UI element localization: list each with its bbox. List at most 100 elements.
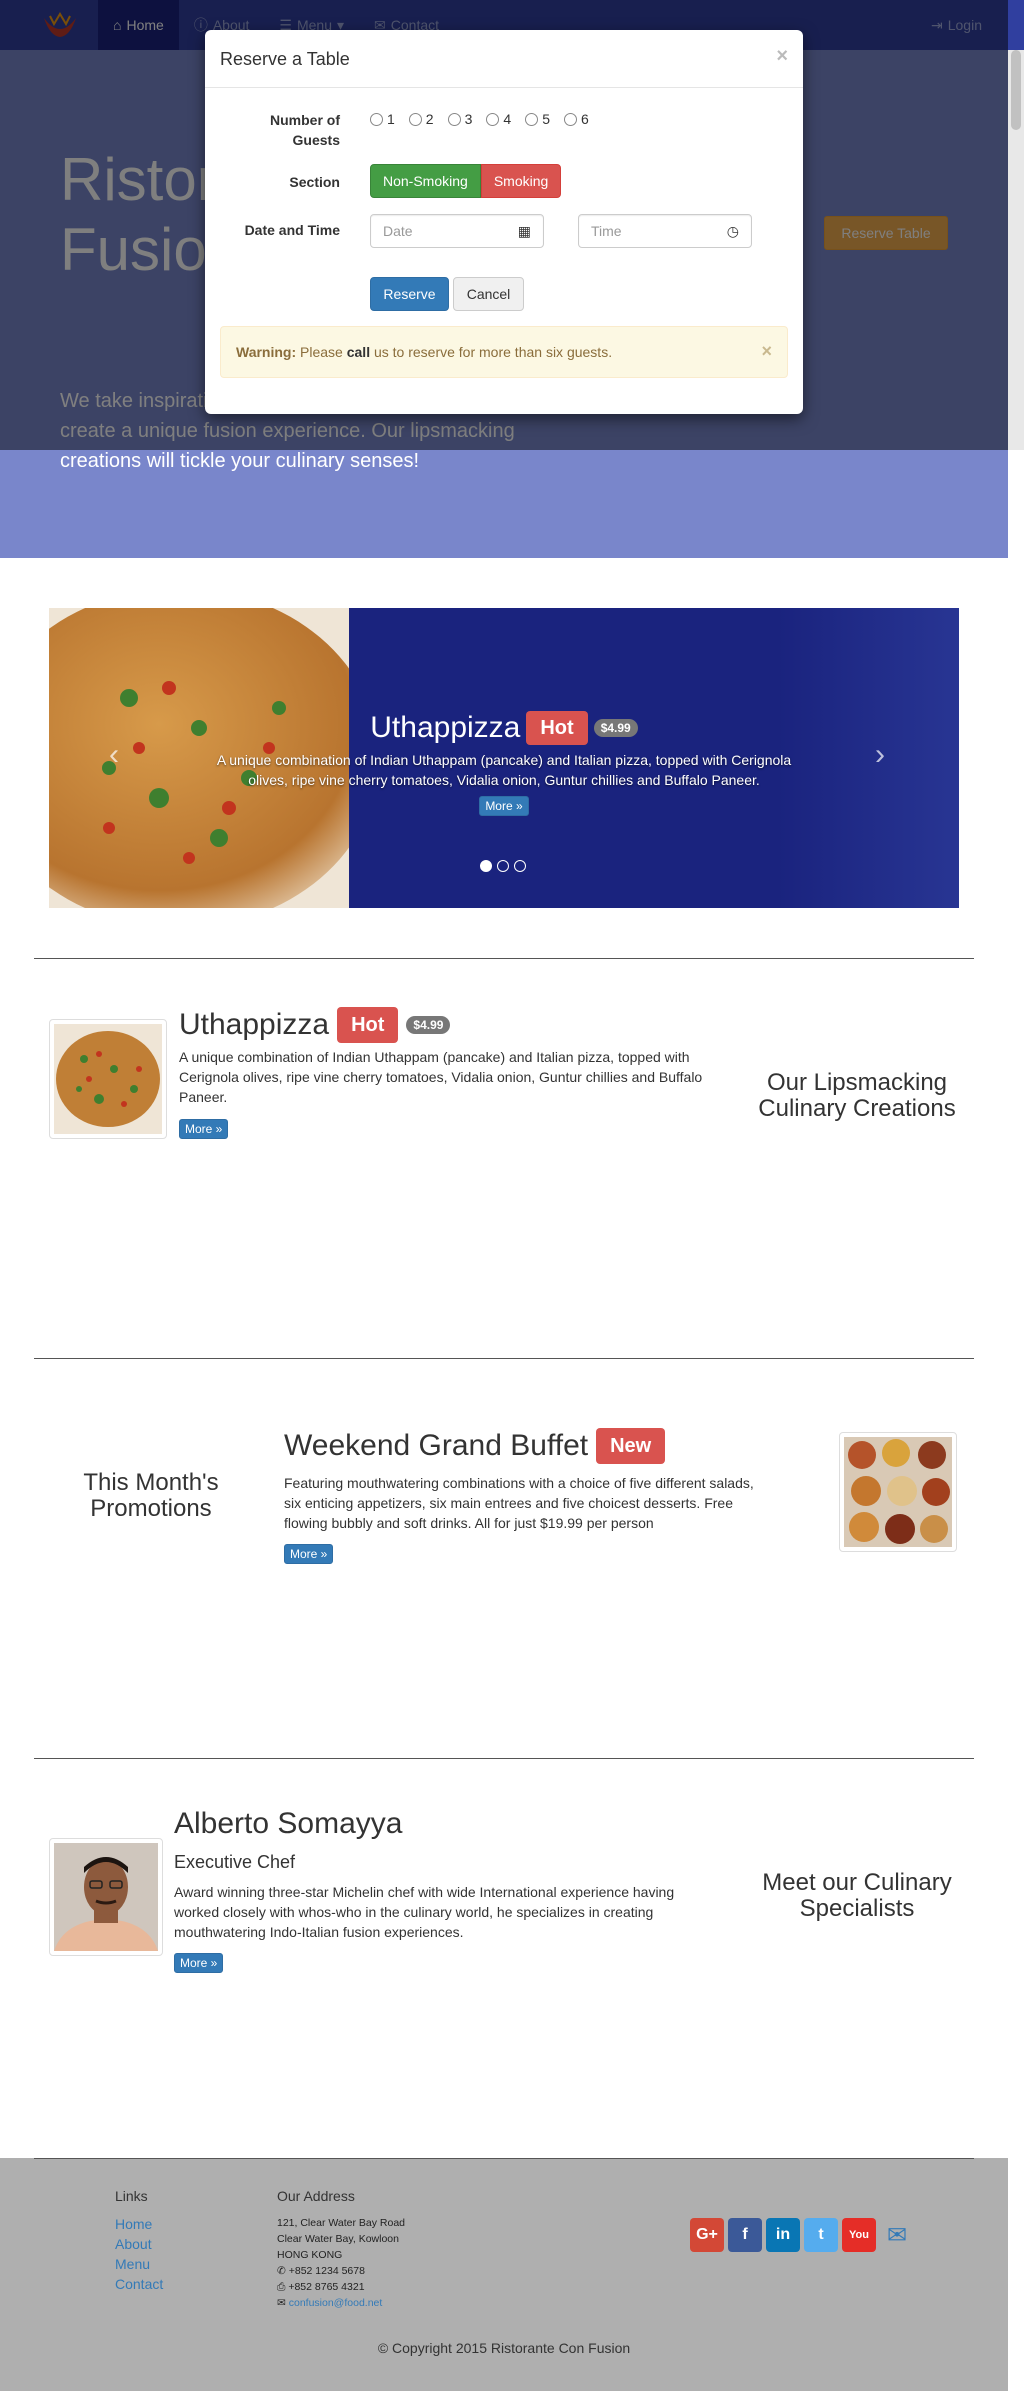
side-heading-line-2: Promotions [90, 1495, 212, 1522]
carousel-prev-button[interactable]: ‹ [109, 738, 119, 772]
carousel-more-button[interactable]: More » [479, 796, 529, 816]
date-placeholder: Date [383, 223, 413, 239]
date-input[interactable]: Date ▦ [370, 214, 544, 248]
phone-icon: ✆ [277, 2265, 286, 2277]
address-line: HONG KONG [277, 2249, 343, 2261]
radio-circle[interactable] [447, 112, 461, 126]
chef-photo [54, 1843, 158, 1951]
footer-address-heading: Our Address [277, 2188, 355, 2204]
footer-link-home[interactable]: Home [115, 2216, 152, 2232]
linkedin-button[interactable]: in [766, 2218, 800, 2252]
linkedin-icon: in [775, 2226, 791, 2243]
footer-link-menu[interactable]: Menu [115, 2256, 150, 2272]
phone-number: +852 1234 5678 [288, 2265, 365, 2277]
carousel-next-button[interactable]: › [875, 738, 885, 772]
modal-close-button[interactable]: × [776, 45, 788, 68]
carousel-indicators [480, 860, 526, 872]
section-divider [34, 958, 974, 959]
radio-circle[interactable] [486, 112, 500, 126]
alert-bold: call [346, 344, 371, 360]
guests-label-line-2: Guests [292, 132, 340, 148]
side-heading-line-1: Our Lipsmacking [766, 1069, 948, 1096]
guests-radio-1[interactable]: 1 [370, 111, 395, 127]
scrollbar-thumb[interactable] [1011, 50, 1021, 130]
dish-heading: Uthappizza Hot $4.99 [179, 1007, 451, 1043]
section-toggle: Non-Smoking Smoking [370, 164, 562, 198]
fax-number: +852 8765 4321 [288, 2281, 365, 2293]
radio-label: 6 [580, 111, 589, 127]
guests-radio-2[interactable]: 2 [408, 111, 434, 127]
radio-circle[interactable] [408, 112, 422, 126]
promotion-more-button[interactable]: More » [284, 1544, 334, 1564]
reserve-button[interactable]: Reserve [370, 277, 449, 311]
dish-side-heading: Our Lipsmacking Culinary Creations [750, 1070, 964, 1122]
google-plus-icon: G+ [696, 2226, 718, 2243]
chef-more-button[interactable]: More » [174, 1953, 224, 1973]
guests-radio-4[interactable]: 4 [486, 111, 511, 127]
close-icon: × [761, 341, 772, 361]
email-link[interactable]: confusion@food.net [289, 2297, 383, 2309]
footer-link-about[interactable]: About [115, 2236, 152, 2252]
chevron-left-icon: ‹ [109, 738, 119, 771]
youtube-icon: You [849, 2229, 869, 2241]
scrollbar[interactable] [1008, 50, 1024, 450]
time-placeholder: Time [591, 223, 622, 239]
radio-circle[interactable] [370, 112, 383, 126]
time-input[interactable]: Time ◷ [578, 214, 752, 248]
radio-label: 5 [542, 111, 550, 127]
calendar-icon: ▦ [517, 222, 531, 239]
guests-label-line-1: Number of [270, 112, 340, 128]
chef-side-heading: Meet our Culinary Specialists [740, 1870, 974, 1922]
chef-thumbnail [49, 1838, 163, 1956]
non-smoking-button[interactable]: Non-Smoking [370, 164, 481, 198]
promotion-description: Featuring mouthwatering combinations wit… [284, 1475, 754, 1531]
smoking-button[interactable]: Smoking [480, 164, 562, 198]
hot-label: Hot [526, 711, 588, 745]
buffet-image [844, 1437, 952, 1547]
section-divider [34, 1358, 974, 1359]
carousel-text: A unique combination of Indian Uthappam … [216, 752, 792, 788]
footer-address: 121, Clear Water Bay Road Clear Water Ba… [277, 2215, 405, 2311]
copyright: © Copyright 2015 Ristorante Con Fusion [377, 2340, 631, 2356]
chef-description: Award winning three-star Michelin chef w… [174, 1884, 675, 1940]
carousel-title: Uthappizza [370, 711, 521, 744]
email-line: ✉ confusion@food.net [277, 2295, 405, 2311]
address-line: Clear Water Bay, Kowloon [277, 2233, 399, 2245]
youtube-button[interactable]: You [842, 2218, 876, 2252]
chef-heading: Alberto Somayya [174, 1806, 402, 1842]
cancel-button[interactable]: Cancel [453, 277, 524, 311]
uthappizza-thumbnail-image [54, 1024, 162, 1134]
address-line: 121, Clear Water Bay Road [277, 2217, 406, 2229]
carousel-indicator[interactable] [480, 860, 492, 872]
google-plus-button[interactable]: G+ [690, 2218, 724, 2252]
footer-link-contact[interactable]: Contact [115, 2276, 163, 2292]
price-badge: $4.99 [406, 1016, 451, 1034]
radio-circle[interactable] [563, 112, 577, 126]
guests-radio-5[interactable]: 5 [525, 111, 550, 127]
carousel-indicator[interactable] [514, 860, 526, 872]
promotion-heading: Weekend Grand Buffet New [284, 1428, 666, 1464]
guests-radio-3[interactable]: 3 [447, 111, 473, 127]
twitter-button[interactable]: t [804, 2218, 838, 2252]
new-label: New [596, 1428, 666, 1464]
section-label: Section [289, 174, 340, 190]
envelope-icon: ✉ [277, 2297, 286, 2309]
guests-radio-group: 1 2 3 4 5 6 [370, 111, 589, 127]
footer [0, 2158, 1008, 2391]
radio-label: 3 [464, 111, 473, 127]
radio-circle[interactable] [525, 112, 539, 126]
alert-close-button[interactable]: × [761, 342, 772, 360]
footer-divider [34, 2158, 974, 2159]
footer-links-heading: Links [115, 2188, 148, 2204]
modal-title: Reserve a Table [220, 49, 350, 69]
guests-radio-6[interactable]: 6 [563, 111, 589, 127]
promotion-thumbnail [839, 1432, 957, 1552]
facebook-button[interactable]: f [728, 2218, 762, 2252]
dish-more-button[interactable]: More » [179, 1119, 229, 1139]
facebook-icon: f [742, 2226, 748, 2243]
carousel-indicator[interactable] [497, 860, 509, 872]
side-heading-line-2: Specialists [799, 1895, 915, 1922]
alert-text: us to reserve for more than six guests. [370, 344, 613, 360]
email-button[interactable]: ✉ [880, 2218, 914, 2252]
carousel: Uthappizza Hot $4.99 A unique combinatio… [49, 608, 959, 908]
